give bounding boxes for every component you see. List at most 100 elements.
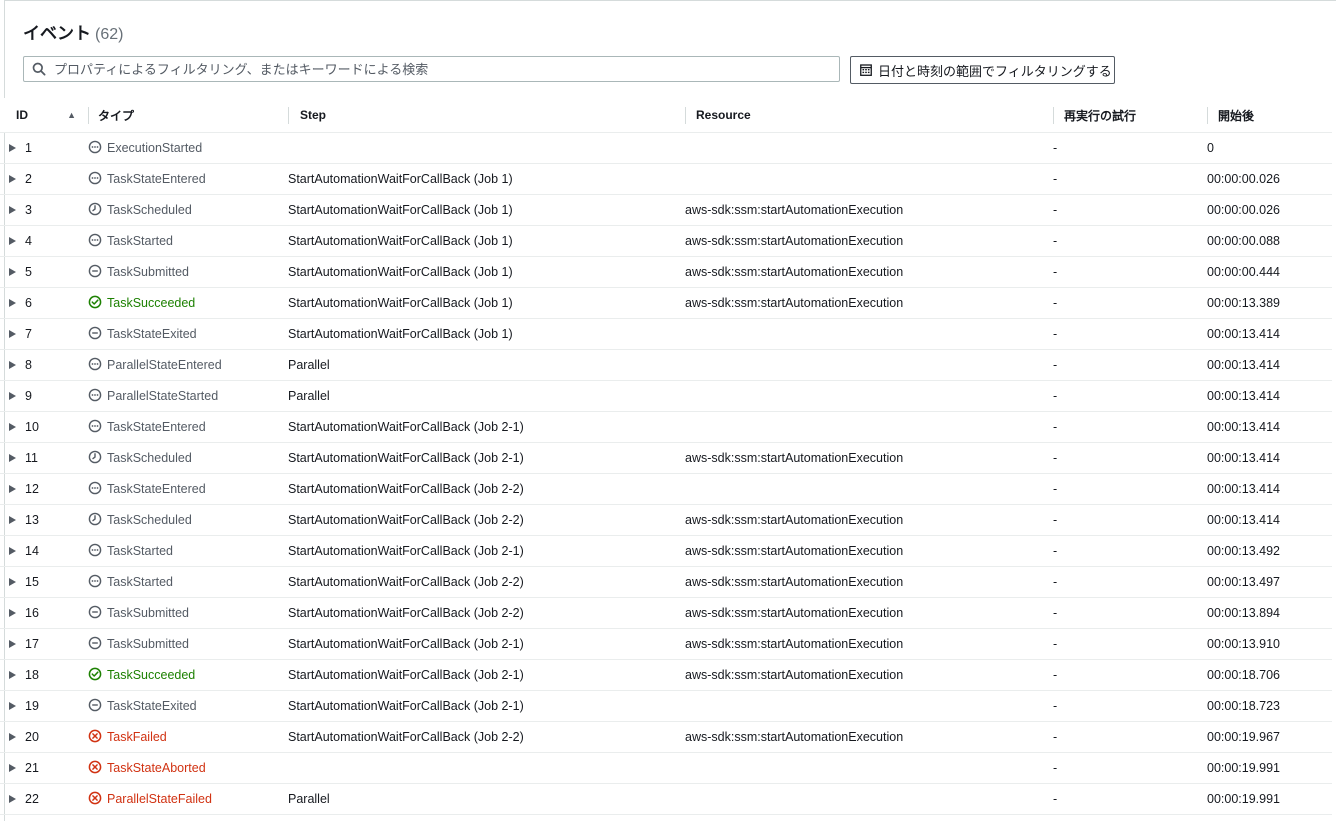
table-row[interactable]: 7 TaskStateExited StartAutomationWaitFor… <box>0 318 1332 350</box>
column-header-id[interactable]: ID ▲ <box>0 98 88 133</box>
table-row[interactable]: 10 TaskStateEntered StartAutomationWaitF… <box>0 411 1332 443</box>
cell-step <box>288 752 685 784</box>
expand-triangle-icon[interactable] <box>9 732 16 741</box>
ellipsis-circle-icon <box>88 482 102 495</box>
row-id: 11 <box>25 451 38 465</box>
cell-step: StartAutomationWaitForCallBack (Job 2-1) <box>288 690 685 722</box>
expand-triangle-icon[interactable] <box>9 484 16 493</box>
expand-triangle-icon[interactable] <box>9 794 16 803</box>
column-header-step-label: Step <box>300 108 327 122</box>
table-row[interactable]: 11 TaskScheduled StartAutomationWaitForC… <box>0 442 1332 474</box>
cell-retry: - <box>1053 752 1207 784</box>
table-row[interactable]: 4 TaskStarted StartAutomationWaitForCall… <box>0 225 1332 257</box>
expand-triangle-icon[interactable] <box>9 515 16 524</box>
event-count: (62) <box>95 26 124 43</box>
table-row[interactable]: 18 TaskSucceeded StartAutomationWaitForC… <box>0 659 1332 691</box>
row-id: 22 <box>25 792 39 806</box>
event-type: TaskStateEntered <box>107 419 206 434</box>
cell-id: 5 <box>0 256 88 288</box>
cell-id: 22 <box>0 783 88 815</box>
row-id: 7 <box>25 327 32 341</box>
cell-step: Parallel <box>288 783 685 815</box>
table-row[interactable]: 5 TaskSubmitted StartAutomationWaitForCa… <box>0 256 1332 288</box>
row-id: 14 <box>25 544 39 558</box>
expand-triangle-icon[interactable] <box>9 608 16 617</box>
row-id: 15 <box>25 575 39 589</box>
events-table: ID ▲ タイプ Step Resource 再実行の試行 開始後 1 Exec… <box>0 98 1332 815</box>
expand-triangle-icon[interactable] <box>9 422 16 431</box>
cell-start: 00:00:00.088 <box>1207 225 1332 257</box>
cell-start: 0 <box>1207 132 1332 164</box>
table-row[interactable]: 6 TaskSucceeded StartAutomationWaitForCa… <box>0 287 1332 319</box>
row-id: 21 <box>25 761 39 775</box>
cell-retry: - <box>1053 225 1207 257</box>
cell-type: TaskStateEntered <box>88 163 288 195</box>
table-row[interactable]: 14 TaskStarted StartAutomationWaitForCal… <box>0 535 1332 567</box>
table-row[interactable]: 3 TaskScheduled StartAutomationWaitForCa… <box>0 194 1332 226</box>
cell-retry: - <box>1053 783 1207 815</box>
sort-ascending-icon[interactable]: ▲ <box>67 110 76 120</box>
cell-id: 11 <box>0 442 88 474</box>
expand-triangle-icon[interactable] <box>9 670 16 679</box>
cell-type: TaskScheduled <box>88 504 288 536</box>
table-row[interactable]: 1 ExecutionStarted - 0 <box>0 132 1332 164</box>
column-header-retry[interactable]: 再実行の試行 <box>1053 98 1207 133</box>
cell-step: StartAutomationWaitForCallBack (Job 2-1) <box>288 659 685 691</box>
table-row[interactable]: 9 ParallelStateStarted Parallel - 00:00:… <box>0 380 1332 412</box>
table-row[interactable]: 8 ParallelStateEntered Parallel - 00:00:… <box>0 349 1332 381</box>
cell-retry: - <box>1053 721 1207 753</box>
expand-triangle-icon[interactable] <box>9 236 16 245</box>
table-row[interactable]: 15 TaskStarted StartAutomationWaitForCal… <box>0 566 1332 598</box>
search-box[interactable] <box>23 56 840 82</box>
date-range-filter-button[interactable]: 日付と時刻の範囲でフィルタリングする <box>850 56 1115 84</box>
expand-triangle-icon[interactable] <box>9 391 16 400</box>
expand-triangle-icon[interactable] <box>9 546 16 555</box>
expand-triangle-icon[interactable] <box>9 701 16 710</box>
expand-triangle-icon[interactable] <box>9 267 16 276</box>
table-row[interactable]: 20 TaskFailed StartAutomationWaitForCall… <box>0 721 1332 753</box>
expand-triangle-icon[interactable] <box>9 174 16 183</box>
cell-retry: - <box>1053 194 1207 226</box>
cell-type: TaskStateAborted <box>88 752 288 784</box>
expand-triangle-icon[interactable] <box>9 763 16 772</box>
table-row[interactable]: 12 TaskStateEntered StartAutomationWaitF… <box>0 473 1332 505</box>
table-row[interactable]: 21 TaskStateAborted - 00:00:19.991 <box>0 752 1332 784</box>
cell-resource <box>685 473 1053 505</box>
cell-start: 00:00:13.389 <box>1207 287 1332 319</box>
expand-triangle-icon[interactable] <box>9 453 16 462</box>
column-header-resource[interactable]: Resource <box>685 98 1053 133</box>
cell-resource <box>685 132 1053 164</box>
expand-triangle-icon[interactable] <box>9 143 16 152</box>
cell-id: 2 <box>0 163 88 195</box>
table-row[interactable]: 19 TaskStateExited StartAutomationWaitFo… <box>0 690 1332 722</box>
ellipsis-circle-icon <box>88 389 102 402</box>
cell-resource: aws-sdk:ssm:startAutomationExecution <box>685 535 1053 567</box>
cell-resource <box>685 411 1053 443</box>
clock-icon <box>88 451 102 464</box>
column-header-type-label: タイプ <box>98 108 135 123</box>
expand-triangle-icon[interactable] <box>9 360 16 369</box>
column-header-step[interactable]: Step <box>288 98 685 133</box>
cell-step <box>288 132 685 164</box>
event-type: TaskStarted <box>107 574 174 589</box>
row-id: 10 <box>25 420 39 434</box>
column-header-start[interactable]: 開始後 <box>1207 98 1332 133</box>
expand-triangle-icon[interactable] <box>9 205 16 214</box>
expand-triangle-icon[interactable] <box>9 329 16 338</box>
expand-triangle-icon[interactable] <box>9 639 16 648</box>
cell-resource: aws-sdk:ssm:startAutomationExecution <box>685 225 1053 257</box>
table-row[interactable]: 22 ParallelStateFailed Parallel - 00:00:… <box>0 783 1332 815</box>
check-circle-icon <box>88 667 102 681</box>
expand-triangle-icon[interactable] <box>9 298 16 307</box>
column-header-type[interactable]: タイプ <box>88 98 288 133</box>
cell-step: Parallel <box>288 380 685 412</box>
table-row[interactable]: 13 TaskScheduled StartAutomationWaitForC… <box>0 504 1332 536</box>
cell-type: TaskStarted <box>88 566 288 598</box>
expand-triangle-icon[interactable] <box>9 577 16 586</box>
ellipsis-circle-icon <box>88 172 102 185</box>
table-row[interactable]: 17 TaskSubmitted StartAutomationWaitForC… <box>0 628 1332 660</box>
table-row[interactable]: 2 TaskStateEntered StartAutomationWaitFo… <box>0 163 1332 195</box>
table-row[interactable]: 16 TaskSubmitted StartAutomationWaitForC… <box>0 597 1332 629</box>
cell-retry: - <box>1053 473 1207 505</box>
search-input[interactable] <box>52 60 816 78</box>
